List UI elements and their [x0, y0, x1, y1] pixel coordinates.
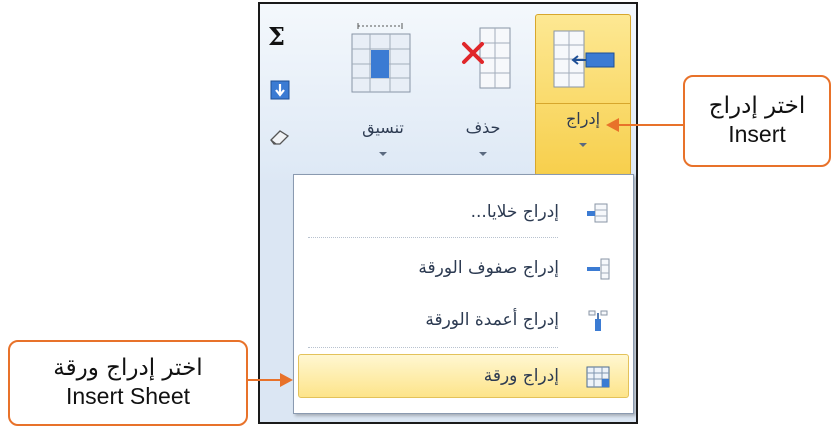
menu-item-insert-cells[interactable]: إدراج خلايا...	[294, 193, 633, 233]
callout-insert: اختر إدراج Insert	[683, 75, 831, 167]
format-cells-icon	[351, 23, 411, 93]
menu-item-insert-sheet[interactable]: إدراج ورقة	[294, 357, 633, 397]
menu-item-label: إدراج أعمدة الورقة	[425, 310, 559, 330]
delete-button[interactable]: حذف	[438, 14, 528, 174]
autosum-button[interactable]: Σ	[268, 22, 292, 51]
callout-insert-sheet-english: Insert Sheet	[65, 383, 191, 409]
insert-sheet-icon	[586, 366, 610, 388]
insert-columns-icon	[588, 310, 608, 331]
delete-button-label: حذف	[465, 118, 501, 137]
fill-button[interactable]	[270, 80, 290, 100]
insert-dropdown-menu: إدراج خلايا... إدراج صفوف الورقة إدراج أ…	[293, 174, 634, 414]
excel-ribbon-frame: Σ تنسيق حذف إدراج إدراج خلايا... إدراج ص…	[258, 2, 638, 424]
insert-cells-icon	[553, 30, 615, 88]
format-button-label: تنسيق	[362, 118, 404, 137]
callout-insert-english: Insert	[728, 121, 786, 147]
fill-down-icon	[270, 80, 290, 100]
callout-insert-sheet-arrow	[248, 379, 280, 381]
editing-column: Σ	[268, 4, 292, 180]
split-divider	[536, 103, 630, 104]
arrow-head-icon	[280, 373, 293, 387]
menu-separator	[308, 237, 558, 238]
ribbon-cells-group: Σ تنسيق حذف إدراج	[260, 4, 636, 180]
format-button[interactable]: تنسيق	[340, 14, 426, 174]
sum-icon: Σ	[268, 22, 285, 51]
insert-rows-icon	[587, 258, 610, 280]
chevron-down-icon	[579, 143, 587, 147]
menu-item-label: إدراج صفوف الورقة	[418, 258, 559, 278]
insert-cells-small-icon	[587, 203, 608, 223]
menu-separator	[308, 347, 558, 348]
callout-insert-arabic: اختر إدراج	[708, 93, 806, 119]
menu-item-insert-columns[interactable]: إدراج أعمدة الورقة	[294, 301, 633, 341]
chevron-down-icon	[379, 152, 387, 156]
clear-button[interactable]	[268, 126, 292, 146]
callout-insert-sheet-arabic: اختر إدراج ورقة	[53, 355, 203, 381]
callout-insert-arrow	[618, 124, 684, 126]
callout-insert-sheet: اختر إدراج ورقة Insert Sheet	[8, 340, 248, 426]
delete-cells-icon	[462, 27, 511, 89]
arrow-head-icon	[606, 118, 619, 132]
menu-item-label: إدراج ورقة	[483, 366, 559, 386]
menu-item-insert-rows[interactable]: إدراج صفوف الورقة	[294, 249, 633, 289]
chevron-down-icon	[479, 152, 487, 156]
menu-item-label: إدراج خلايا...	[470, 202, 559, 222]
insert-button[interactable]: إدراج	[535, 14, 631, 176]
eraser-icon	[270, 130, 290, 145]
